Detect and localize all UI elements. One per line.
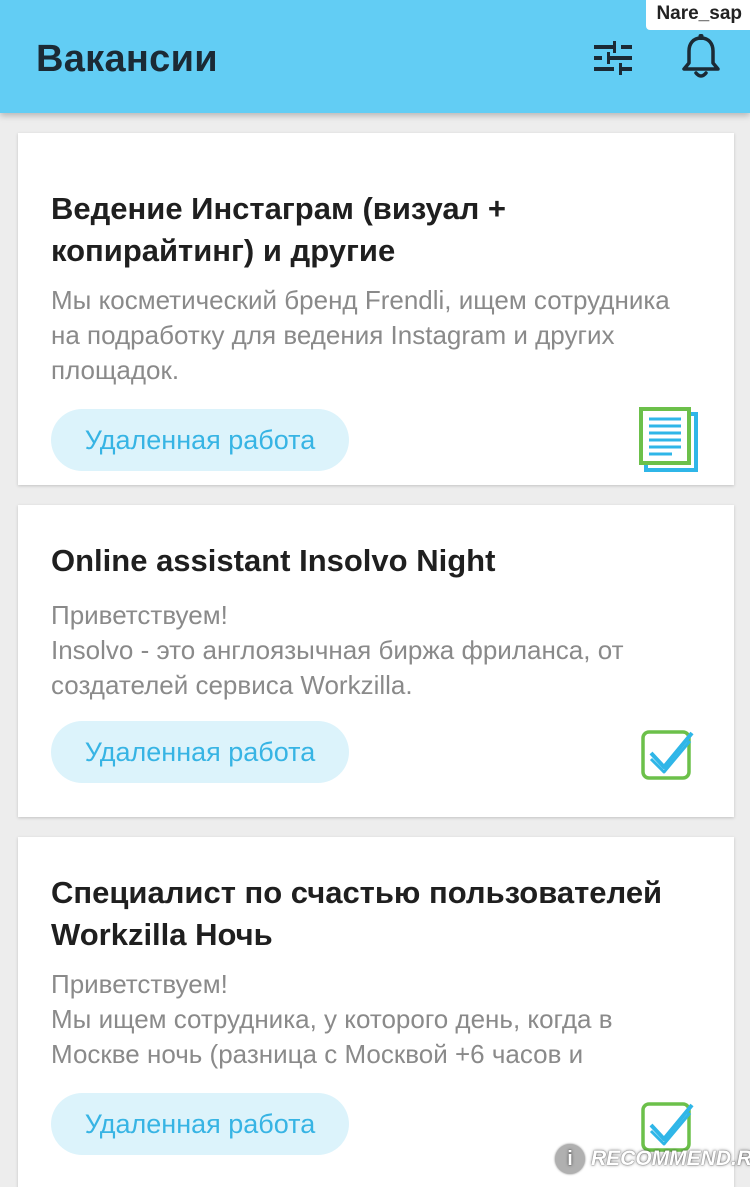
checkmark-icon <box>641 730 694 780</box>
site-watermark: i RECOMMEND.RU <box>555 1140 750 1178</box>
filter-sliders-icon <box>594 41 632 75</box>
app-bar: Вакансии <box>0 0 750 113</box>
vacancy-card[interactable]: Ведение Инстаграм (визуал + копирайтинг)… <box>18 133 734 485</box>
brand-text: RECOMMEND.RU <box>591 1147 750 1170</box>
notifications-button[interactable] <box>680 34 722 80</box>
username-watermark: Nare_sap <box>646 0 750 30</box>
remote-work-tag[interactable]: Удаленная работа <box>51 1093 349 1155</box>
remote-work-tag[interactable]: Удаленная работа <box>51 409 349 471</box>
vacancy-title: Специалист по счастью пользователей Work… <box>51 875 663 952</box>
vacancy-card[interactable]: Специалист по счастью пользователей Work… <box>18 837 734 1187</box>
remote-work-tag[interactable]: Удаленная работа <box>51 721 349 783</box>
vacancy-status <box>640 727 696 788</box>
filter-button[interactable] <box>592 40 634 76</box>
bell-icon <box>682 34 720 78</box>
vacancy-description: Приветствуем! Insolvo - это англоязычная… <box>51 600 624 700</box>
vacancy-list[interactable]: Ведение Инстаграм (визуал + копирайтинг)… <box>0 113 750 1187</box>
brand-badge-icon: i <box>555 1144 585 1174</box>
vacancy-description: Мы косметический бренд Frendli, ищем сот… <box>51 285 670 385</box>
vacancy-status <box>638 406 700 477</box>
page-title: Вакансии <box>36 38 218 80</box>
vacancy-title: Ведение Инстаграм (визуал + копирайтинг)… <box>51 191 507 268</box>
vacancy-title: Online assistant Insolvo Night <box>51 543 496 578</box>
document-icon <box>639 407 698 472</box>
vacancy-card[interactable]: Online assistant Insolvo Night Приветств… <box>18 505 734 817</box>
vacancy-description: Приветствуем! Мы ищем сотрудника, у кото… <box>51 969 613 1069</box>
